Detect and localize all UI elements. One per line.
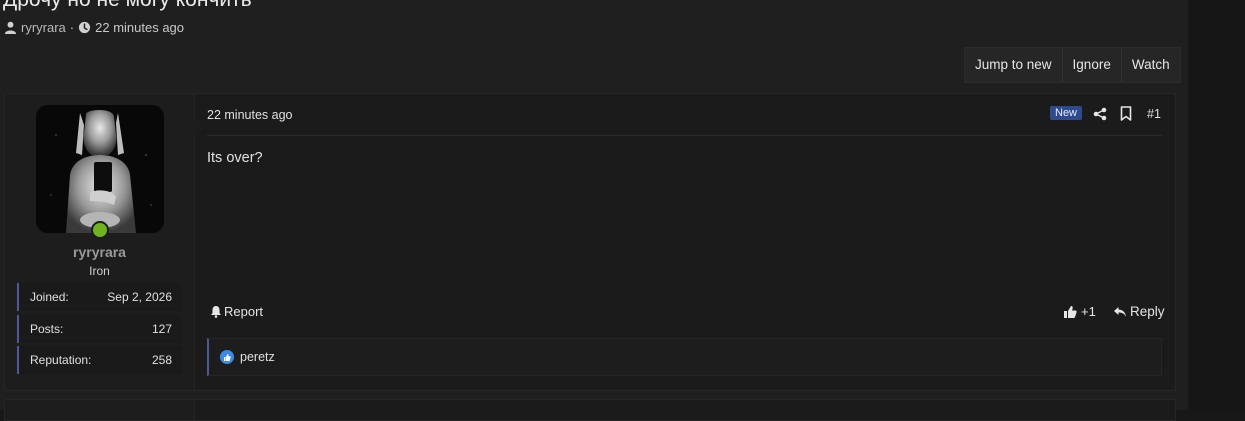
post-number[interactable]: #1 (1147, 107, 1161, 121)
jump-to-new-button[interactable]: Jump to new (965, 48, 1062, 82)
like-reaction-icon (220, 350, 234, 364)
stat-label: Posts: (30, 322, 64, 336)
reply-button[interactable]: Reply (1113, 304, 1165, 319)
thread-meta: ryryrara · 22 minutes ago (4, 20, 184, 35)
ignore-button[interactable]: Ignore (1061, 48, 1121, 82)
stat-label: Joined: (30, 290, 69, 304)
meta-separator: · (69, 20, 75, 35)
clock-icon (79, 21, 91, 34)
thread-time: 22 minutes ago (95, 20, 185, 35)
reply-icon (1114, 306, 1126, 317)
stat-value: 127 (151, 322, 172, 336)
post-arrow (194, 118, 204, 136)
thread-author[interactable]: ryryrara (21, 20, 66, 35)
stat-label: Reputation: (30, 353, 92, 367)
stat-posts: Posts: 127 (17, 315, 181, 343)
avatar-image (36, 105, 164, 233)
stat-value: Sep 2, 2026 (107, 290, 172, 304)
report-label: Report (224, 304, 264, 319)
stat-value: 258 (151, 353, 172, 367)
post-username[interactable]: ryryrara (5, 244, 194, 260)
post-header-divider (207, 135, 1162, 136)
stat-joined: Joined: Sep 2, 2026 (17, 283, 181, 311)
post-user-column: ryryrara Iron Joined: Sep 2, 2026 Posts:… (5, 94, 195, 390)
user-title: Iron (89, 264, 110, 278)
online-status-indicator (91, 221, 109, 239)
next-post-user-column (5, 400, 195, 420)
reaction-users[interactable]: peretz (240, 350, 275, 364)
thumbs-up-icon (1064, 305, 1077, 318)
thread-action-buttons: Jump to new Ignore Watch (964, 47, 1181, 83)
post-body: Its over? (207, 150, 263, 166)
avatar[interactable] (36, 105, 164, 233)
reply-label: Reply (1130, 304, 1165, 319)
watch-button[interactable]: Watch (1120, 48, 1180, 82)
new-badge: New (1050, 106, 1083, 120)
post: ryryrara Iron Joined: Sep 2, 2026 Posts:… (4, 93, 1176, 391)
bell-icon (211, 306, 221, 318)
thread-title: Дрочу но не могу кончить (3, 0, 252, 12)
like-button[interactable]: +1 (1063, 304, 1096, 319)
next-post (4, 399, 1176, 421)
right-gutter (1188, 0, 1245, 410)
stat-reputation: Reputation: 258 (17, 346, 181, 374)
post-date[interactable]: 22 minutes ago (207, 108, 292, 122)
report-button[interactable]: Report (210, 304, 263, 319)
bookmark-icon[interactable] (1120, 106, 1132, 121)
like-count: +1 (1081, 304, 1096, 319)
reactions-bar[interactable]: peretz (207, 338, 1162, 376)
share-icon[interactable] (1093, 107, 1107, 121)
user-icon (4, 21, 17, 34)
